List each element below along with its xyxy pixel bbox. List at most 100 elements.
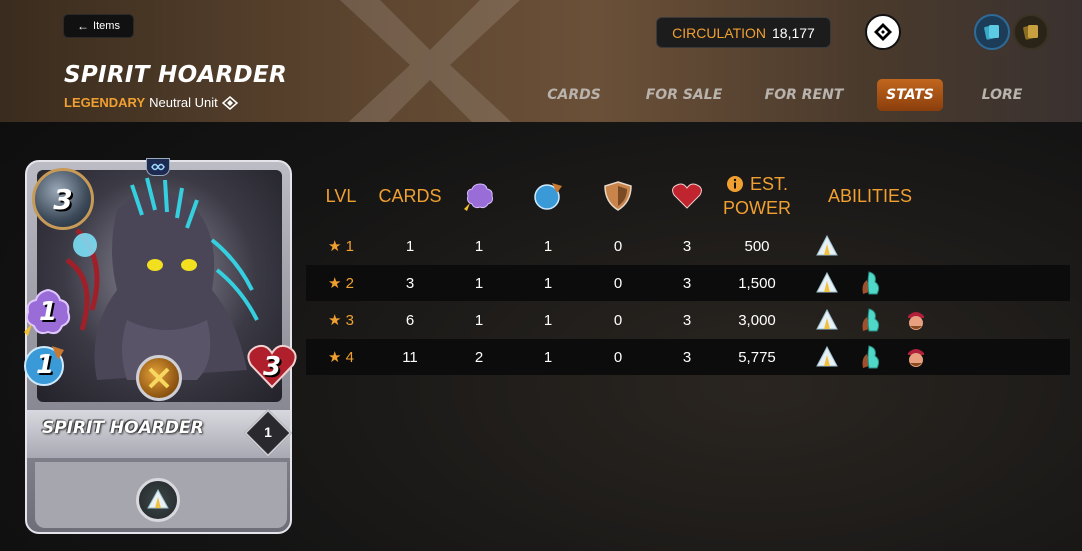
spirit-hand-icon[interactable] xyxy=(858,307,884,333)
splinterlands-emblem-watermark xyxy=(340,0,520,122)
stats-table: LVL CARDS EST. POWER ABILITIES ★ 1 1 1 1… xyxy=(306,165,1070,375)
card-ability-slot[interactable] xyxy=(136,478,180,522)
cards-cell: 1 xyxy=(405,237,415,255)
card-collection-button[interactable] xyxy=(974,14,1010,50)
star-icon: ★ xyxy=(328,349,342,366)
magic-attack-value: 1 xyxy=(38,297,58,327)
tab-stats[interactable]: STATS xyxy=(877,79,943,111)
armor-cell: 0 xyxy=(613,274,623,292)
header-est-power: EST. POWER xyxy=(714,165,800,227)
power-cell: 5,775 xyxy=(738,348,776,366)
circulation-value: 18,177 xyxy=(772,24,815,41)
spirit-hand-icon[interactable] xyxy=(858,344,884,370)
speed-cell: 1 xyxy=(543,348,553,366)
card-name-label: SPIRIT HOARDER xyxy=(42,418,204,438)
armor-cell: 0 xyxy=(613,348,623,366)
magic-cell: 1 xyxy=(474,311,484,329)
header-power-label: POWER xyxy=(722,198,791,218)
armor-cell: 0 xyxy=(613,311,623,329)
power-cell: 3,000 xyxy=(738,311,776,329)
header-est-label: EST. xyxy=(749,174,788,194)
lvl-value: 3 xyxy=(345,311,354,329)
card-edition-gem-icon xyxy=(146,158,170,176)
header-armor xyxy=(598,165,638,227)
lvl-cell: ★ 3 xyxy=(316,302,366,338)
star-icon: ★ xyxy=(328,238,342,255)
mana-cost-badge: 3 xyxy=(32,168,94,230)
magic-cell: 1 xyxy=(474,237,484,255)
speed-cell: 1 xyxy=(543,237,553,255)
neutral-splinter-gem-icon xyxy=(136,355,182,401)
table-row: ★ 2 3 1 1 0 3 1,500 xyxy=(306,265,1070,301)
back-button-label: Items xyxy=(93,20,120,32)
red-hat-face-icon[interactable] xyxy=(903,344,929,370)
back-to-items-button[interactable]: ← Items xyxy=(63,14,134,38)
card-subtitle: LEGENDARY Neutral Unit xyxy=(64,95,238,110)
cards-cell: 6 xyxy=(405,311,415,329)
shield-tent-icon[interactable] xyxy=(814,270,840,296)
shield-tent-icon xyxy=(147,488,169,509)
health-cell: 3 xyxy=(682,237,692,255)
page-header: ← Items SPIRIT HOARDER LEGENDARY Neutral… xyxy=(0,0,1082,122)
speed-cell: 1 xyxy=(543,311,553,329)
magic-attack-icon xyxy=(464,183,493,211)
tab-lore[interactable]: LORE xyxy=(975,79,1029,111)
cards-cell: 11 xyxy=(402,348,418,366)
health-value: 3 xyxy=(262,352,282,382)
circulation-badge: CIRCULATION 18,177 xyxy=(656,17,831,48)
lvl-cell: ★ 2 xyxy=(316,265,366,301)
stats-table-header: LVL CARDS EST. POWER ABILITIES xyxy=(306,165,1070,227)
card-image: 3 1 1 3 SPIRIT HOARDER 1 xyxy=(22,156,298,537)
shield-tent-icon[interactable] xyxy=(814,344,840,370)
edition-symbol-icon xyxy=(874,23,892,41)
table-row: ★ 1 1 1 1 0 3 500 xyxy=(306,228,1070,264)
header-magic xyxy=(459,165,499,227)
power-cell: 500 xyxy=(744,237,770,255)
star-icon: ★ xyxy=(328,312,342,329)
rarity-label: LEGENDARY xyxy=(64,95,146,110)
speed-icon xyxy=(534,183,562,210)
table-row: ★ 4 11 2 1 0 3 5,775 xyxy=(306,339,1070,375)
tab-cards[interactable]: CARDS xyxy=(540,79,608,111)
header-speed xyxy=(528,165,568,227)
tab-for-rent[interactable]: FOR RENT xyxy=(762,79,846,111)
header-est-line: EST. xyxy=(726,172,788,196)
card-gold-button[interactable] xyxy=(1013,14,1049,50)
edition-icon xyxy=(221,95,238,110)
health-icon xyxy=(672,183,702,209)
lvl-cell: ★ 4 xyxy=(316,339,366,375)
power-cell: 1,500 xyxy=(738,274,776,292)
magic-cell: 1 xyxy=(474,274,484,292)
shield-tent-icon[interactable] xyxy=(814,307,840,333)
page-title: SPIRIT HOARDER xyxy=(64,62,287,88)
speed-badge: 1 xyxy=(22,342,68,388)
health-cell: 3 xyxy=(682,274,692,292)
spirit-hand-icon[interactable] xyxy=(858,270,884,296)
speed-value: 1 xyxy=(35,350,55,380)
red-hat-face-icon[interactable] xyxy=(903,307,929,333)
lvl-cell: ★ 1 xyxy=(316,228,366,264)
tab-for-sale[interactable]: FOR SALE xyxy=(642,79,726,111)
header-health xyxy=(667,165,707,227)
lvl-value: 1 xyxy=(345,237,354,255)
health-badge: 3 xyxy=(246,343,298,391)
card-level-value: 1 xyxy=(264,424,272,440)
cards-icon xyxy=(984,25,999,40)
circulation-label: CIRCULATION xyxy=(672,24,767,41)
table-row: ★ 3 6 1 1 0 3 3,000 xyxy=(306,302,1070,338)
speed-cell: 1 xyxy=(543,274,553,292)
edition-badge-icon[interactable] xyxy=(865,14,901,50)
lvl-value: 2 xyxy=(345,274,354,292)
health-cell: 3 xyxy=(682,311,692,329)
lvl-value: 4 xyxy=(345,348,354,366)
arrow-left-icon: ← xyxy=(77,19,90,33)
mana-cost-value: 3 xyxy=(53,182,73,216)
shield-tent-icon[interactable] xyxy=(814,233,840,259)
armor-cell: 0 xyxy=(613,237,623,255)
unit-type-label: Neutral Unit xyxy=(149,95,218,110)
cards-cell: 3 xyxy=(405,274,415,292)
magic-cell: 2 xyxy=(474,348,484,366)
armor-icon xyxy=(604,181,632,211)
header-lvl: LVL xyxy=(325,186,357,206)
info-icon[interactable] xyxy=(726,175,744,193)
